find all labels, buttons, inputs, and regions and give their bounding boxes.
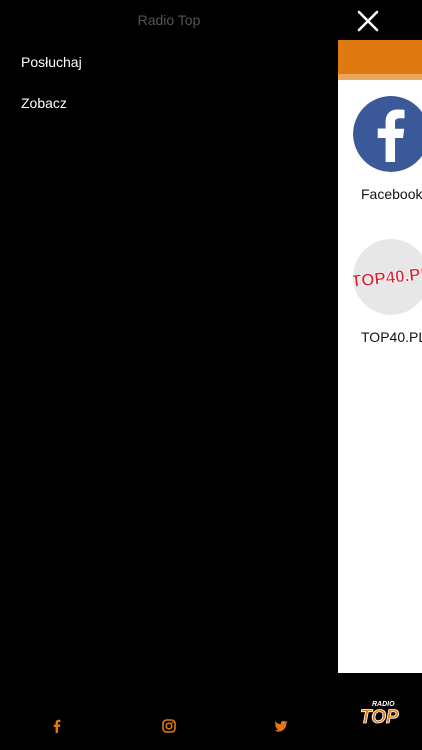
panel-header-bar — [338, 40, 422, 80]
top40-tile-label: TOP40.PL — [361, 329, 422, 345]
drawer-title: Radio Top — [137, 12, 201, 28]
side-drawer: Radio Top Posłuchaj Zobacz — [0, 0, 338, 750]
facebook-icon — [353, 96, 422, 172]
radio-top-logo: RADIO TOP — [358, 697, 410, 728]
drawer-footer — [0, 705, 338, 745]
content-panel: Facebook TOP40.PL TOP40.PL — [338, 40, 422, 673]
menu-item-posluchaj[interactable]: Posłuchaj — [21, 54, 82, 70]
twitter-icon[interactable] — [274, 719, 288, 733]
facebook-icon[interactable] — [50, 719, 64, 733]
instagram-icon[interactable] — [162, 719, 176, 733]
close-button[interactable] — [355, 8, 381, 34]
menu-item-zobacz[interactable]: Zobacz — [21, 95, 67, 111]
facebook-tile-label: Facebook — [361, 186, 422, 202]
close-icon — [357, 10, 379, 32]
top40-logo: TOP40.PL — [353, 239, 422, 315]
svg-text:TOP: TOP — [360, 707, 399, 727]
